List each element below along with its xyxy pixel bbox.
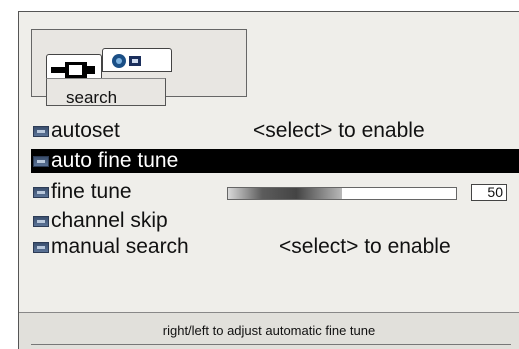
menu-bullet-icon bbox=[33, 156, 49, 167]
menu-bullet-icon bbox=[33, 242, 49, 253]
menu-item-value: <select> to enable bbox=[253, 119, 425, 142]
menu-item-fine-tune[interactable]: fine tune 50 bbox=[31, 180, 519, 204]
status-divider bbox=[31, 344, 511, 345]
fine-tune-slider[interactable] bbox=[227, 187, 457, 200]
menu-item-label: autoset bbox=[51, 119, 120, 142]
menu-item-value: <select> to enable bbox=[279, 235, 451, 258]
menu-bullet-icon bbox=[33, 216, 49, 227]
menu-item-label: channel skip bbox=[51, 209, 168, 232]
menu-bullet-icon bbox=[33, 187, 49, 198]
menu-item-autoset[interactable]: autoset <select> to enable bbox=[31, 119, 519, 143]
menu-item-label: manual search bbox=[51, 235, 189, 258]
fine-tune-value: 50 bbox=[471, 184, 507, 201]
tab-panel: search bbox=[31, 29, 247, 107]
active-tab-label: search bbox=[66, 88, 118, 107]
status-bar: right/left to adjust automatic fine tune bbox=[19, 312, 519, 349]
fine-tune-slider-fill bbox=[228, 188, 342, 199]
menu-item-label: auto fine tune bbox=[51, 149, 179, 172]
menu-item-auto-fine-tune[interactable]: auto fine tune bbox=[31, 149, 519, 173]
tab-picture[interactable] bbox=[102, 48, 172, 72]
status-hint: right/left to adjust automatic fine tune bbox=[162, 323, 376, 338]
menu-item-manual-search[interactable]: manual search <select> to enable bbox=[31, 235, 519, 259]
menu-item-label: fine tune bbox=[51, 180, 132, 203]
menu-bullet-icon bbox=[33, 126, 49, 137]
menu-item-channel-skip[interactable]: channel skip bbox=[31, 209, 519, 233]
menu-frame: search autoset <select> to enable auto f… bbox=[18, 11, 519, 349]
picture-mode-icon bbox=[112, 54, 141, 68]
